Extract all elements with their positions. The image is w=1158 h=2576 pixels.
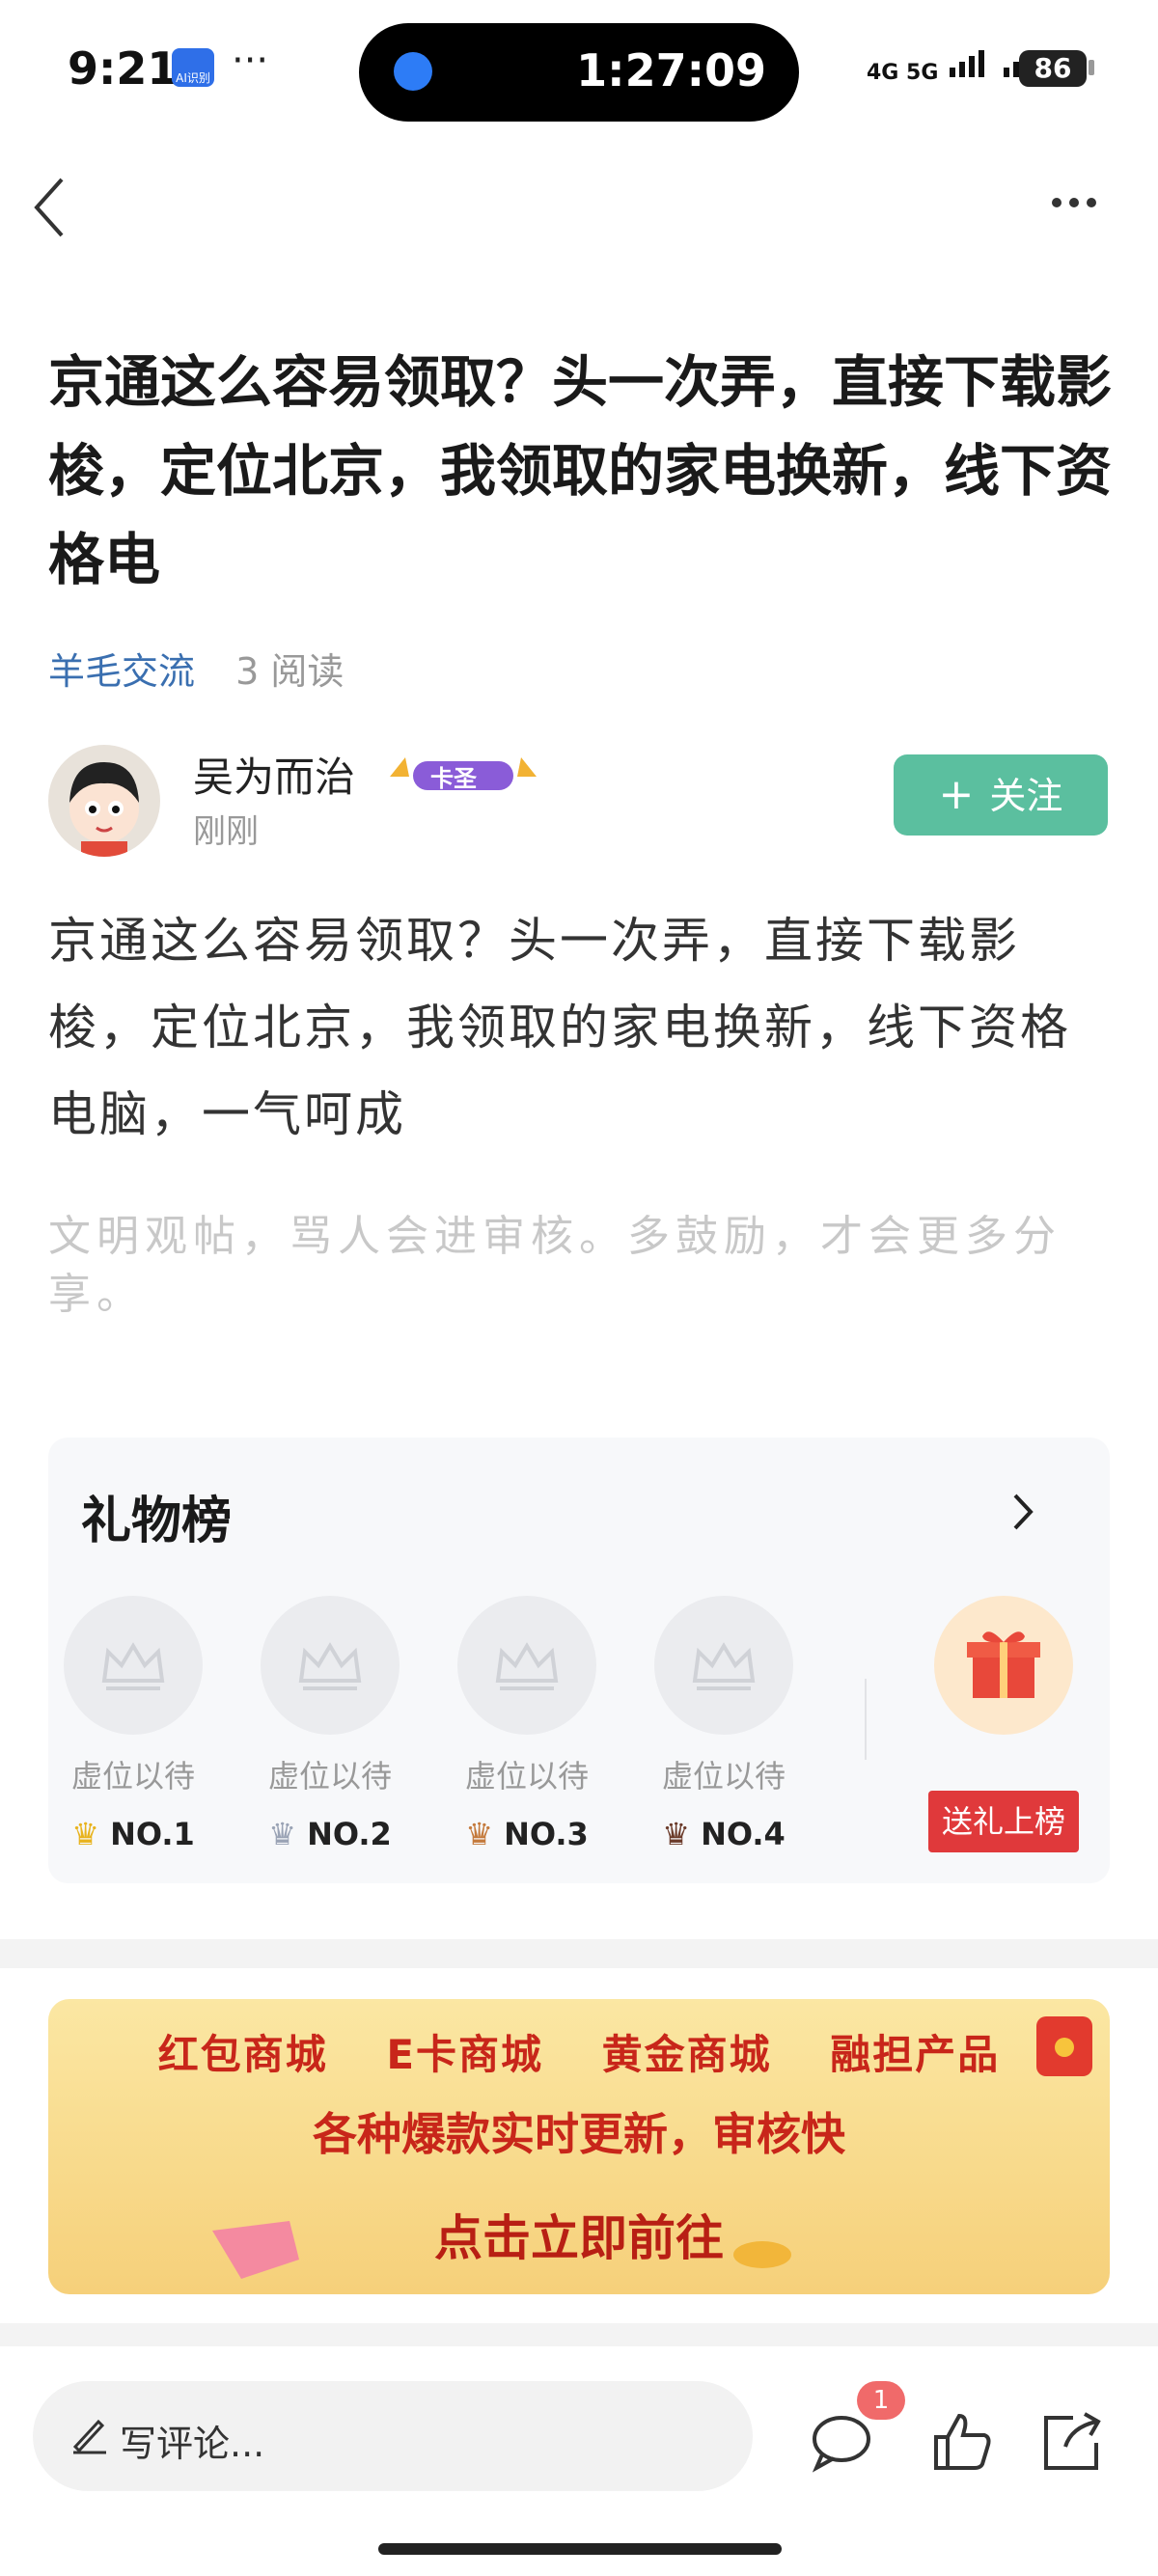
- comment-placeholder: 写评论...: [120, 2423, 265, 2465]
- slot-rank: NO.2: [307, 1816, 392, 1852]
- thumbs-up-icon: [934, 2413, 991, 2470]
- app-badge-icon: AI识别: [172, 48, 214, 87]
- rank-crown-icon: ♛: [465, 1816, 493, 1852]
- gift-slot[interactable]: 虚位以待 ♛ NO.3: [450, 1596, 604, 1852]
- banner-subtitle: 各种爆款实时更新，审核快: [313, 2108, 845, 2160]
- network-label: 4G 5G: [867, 61, 939, 85]
- gift-slot[interactable]: 虚位以待 ♛ NO.2: [253, 1596, 407, 1852]
- slot-wait-label: 虚位以待: [267, 1758, 392, 1795]
- banner-categories: 红包商城 E卡商城 黄金商城 融担产品: [48, 2022, 1110, 2081]
- banner-item: 红包商城: [157, 2031, 328, 2078]
- slot-rank: NO.3: [504, 1816, 589, 1852]
- section-divider: [0, 1939, 1158, 1968]
- post-title: 京通这么容易领取？头一次弄，直接下载影梭，定位北京，我领取的家电换新，线下资格电: [48, 349, 1113, 592]
- follow-label: 关注: [989, 775, 1063, 817]
- comment-input[interactable]: 写评论...: [33, 2381, 753, 2491]
- category-link[interactable]: 羊毛交流: [48, 650, 195, 693]
- chevron-right-icon: [1013, 1494, 1034, 1530]
- comment-hint: 文明观帖，骂人会进审核。多鼓励，才会更多分享。: [48, 1212, 1062, 1319]
- slot-avatar: [261, 1596, 400, 1735]
- gift-board-title: 礼物榜: [81, 1493, 233, 1550]
- ticket-decoration-icon: [212, 2221, 299, 2279]
- rank-crown-icon: ♛: [71, 1816, 99, 1852]
- slot-rank: NO.4: [701, 1816, 786, 1852]
- battery-tip: [1089, 60, 1094, 75]
- crown-outline-icon: [298, 1642, 362, 1690]
- rank-crown-icon: ♛: [662, 1816, 690, 1852]
- slot-avatar: [654, 1596, 793, 1735]
- like-button[interactable]: [928, 2408, 996, 2476]
- author-badge-label: 卡圣: [430, 765, 477, 792]
- gift-slot[interactable]: 虚位以待 ♛ NO.4: [647, 1596, 801, 1852]
- gift-box-icon: [967, 1631, 1040, 1698]
- avatar[interactable]: [48, 745, 160, 857]
- section-divider: [0, 2323, 1158, 2346]
- slot-wait-label: 虚位以待: [464, 1758, 589, 1795]
- follow-button[interactable]: + 关注: [894, 754, 1108, 836]
- comment-count-badge: 1: [857, 2381, 905, 2420]
- chevron-left-icon: [34, 178, 64, 237]
- slot-avatar: [457, 1596, 596, 1735]
- gift-board: 礼物榜 虚位以待 ♛ NO.1 虚位以待 ♛ NO.2 虚位以待 ♛ NO.3 …: [48, 1438, 1110, 1883]
- post-body: 京通这么容易领取？头一次弄，直接下载影梭，定位北京，我领取的家电换新，线下资格电…: [48, 913, 1071, 1142]
- status-more-indicator: ···: [232, 39, 269, 83]
- read-count: 3 阅读: [235, 650, 345, 693]
- gift-board-more-button[interactable]: [1004, 1488, 1042, 1536]
- gift-slot[interactable]: 虚位以待 ♛ NO.1: [56, 1596, 210, 1852]
- slot-wait-label: 虚位以待: [70, 1758, 195, 1795]
- crown-outline-icon: [692, 1642, 756, 1690]
- author-name[interactable]: 吴为而治: [193, 745, 355, 804]
- slot-wait-label: 虚位以待: [661, 1758, 786, 1795]
- send-gift-label[interactable]: 送礼上榜: [928, 1791, 1079, 1852]
- more-dots-icon: [1052, 198, 1062, 207]
- timer-icon: [394, 52, 432, 91]
- comments-button[interactable]: [809, 2408, 876, 2476]
- share-icon: [1044, 2412, 1101, 2470]
- battery-level: 86: [1019, 50, 1087, 87]
- post-meta: 羊毛交流 3 阅读: [48, 642, 344, 695]
- slot-rank: NO.1: [110, 1816, 195, 1852]
- coin-decoration-icon: [733, 2241, 791, 2268]
- pen-icon: [69, 2414, 108, 2456]
- gift-divider: [865, 1679, 867, 1760]
- send-gift-button[interactable]: [934, 1596, 1073, 1735]
- plus-icon: +: [938, 770, 975, 819]
- home-indicator[interactable]: [378, 2543, 782, 2555]
- share-button[interactable]: [1038, 2408, 1106, 2476]
- back-button[interactable]: [27, 174, 75, 241]
- crown-outline-icon: [495, 1642, 559, 1690]
- avatar-image: [69, 762, 139, 857]
- banner-item: 黄金商城: [601, 2031, 772, 2078]
- banner-item: E卡商城: [386, 2031, 544, 2078]
- dynamic-island: 1:27:09: [359, 23, 799, 122]
- rank-crown-icon: ♛: [268, 1816, 296, 1852]
- promo-banner[interactable]: 红包商城 E卡商城 黄金商城 融担产品 各种爆款实时更新，审核快 点击立即前往: [48, 1999, 1110, 2294]
- timer-text: 1:27:09: [576, 44, 766, 96]
- author-badge: 卡圣: [386, 748, 540, 796]
- slot-avatar: [64, 1596, 203, 1735]
- comment-bubble-icon: [812, 2416, 870, 2473]
- crown-outline-icon: [101, 1642, 165, 1690]
- status-time: 9:21: [68, 42, 179, 95]
- red-envelope-mascot-icon: [1036, 2016, 1092, 2076]
- banner-item: 融担产品: [830, 2031, 1001, 2078]
- more-button[interactable]: [1052, 193, 1110, 232]
- post-time: 刚刚: [193, 812, 259, 851]
